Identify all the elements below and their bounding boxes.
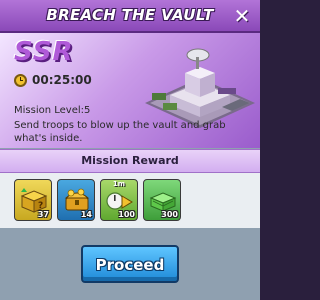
mission-reward-title: Mission Reward — [81, 154, 179, 167]
rarity-badge: SSR — [14, 37, 74, 67]
mission-level: Mission Level:5 — [14, 105, 91, 116]
dialog-title: BREACH THE VAULT — [46, 6, 214, 24]
rewards-area: ? 37 14 1m 100 300 — [0, 173, 260, 228]
reward-item-speedup[interactable]: 1m 100 — [100, 179, 138, 221]
close-icon[interactable]: ✕ — [230, 4, 254, 28]
reward-item-mystery-box[interactable]: ? 37 — [14, 179, 52, 221]
mission-reward-header: Mission Reward — [0, 149, 260, 173]
reward-count: 100 — [118, 210, 135, 219]
title-bar: BREACH THE VAULT ✕ — [0, 0, 260, 33]
mission-hero-panel: SSR 00:25:00 Mission Level:5 Send troops… — [0, 33, 260, 148]
clock-icon — [14, 73, 27, 87]
reward-count: 37 — [37, 210, 49, 219]
proceed-button[interactable]: Proceed — [81, 245, 179, 283]
mission-description: Send troops to blow up the vault and gra… — [14, 120, 226, 144]
reward-item-gold-chest[interactable]: 14 — [57, 179, 95, 221]
mission-timer: 00:25:00 — [14, 73, 92, 87]
reward-count: 300 — [161, 210, 178, 219]
reward-list: ? 37 14 1m 100 300 — [14, 179, 181, 221]
reward-item-cash[interactable]: 300 — [143, 179, 181, 221]
vault-building-illustration — [145, 48, 255, 128]
reward-count: 14 — [80, 210, 92, 219]
mission-dialog: BREACH THE VAULT ✕ SSR 00:25:00 Mission … — [0, 0, 260, 300]
proceed-label: Proceed — [95, 256, 165, 274]
timer-value: 00:25:00 — [32, 73, 92, 87]
